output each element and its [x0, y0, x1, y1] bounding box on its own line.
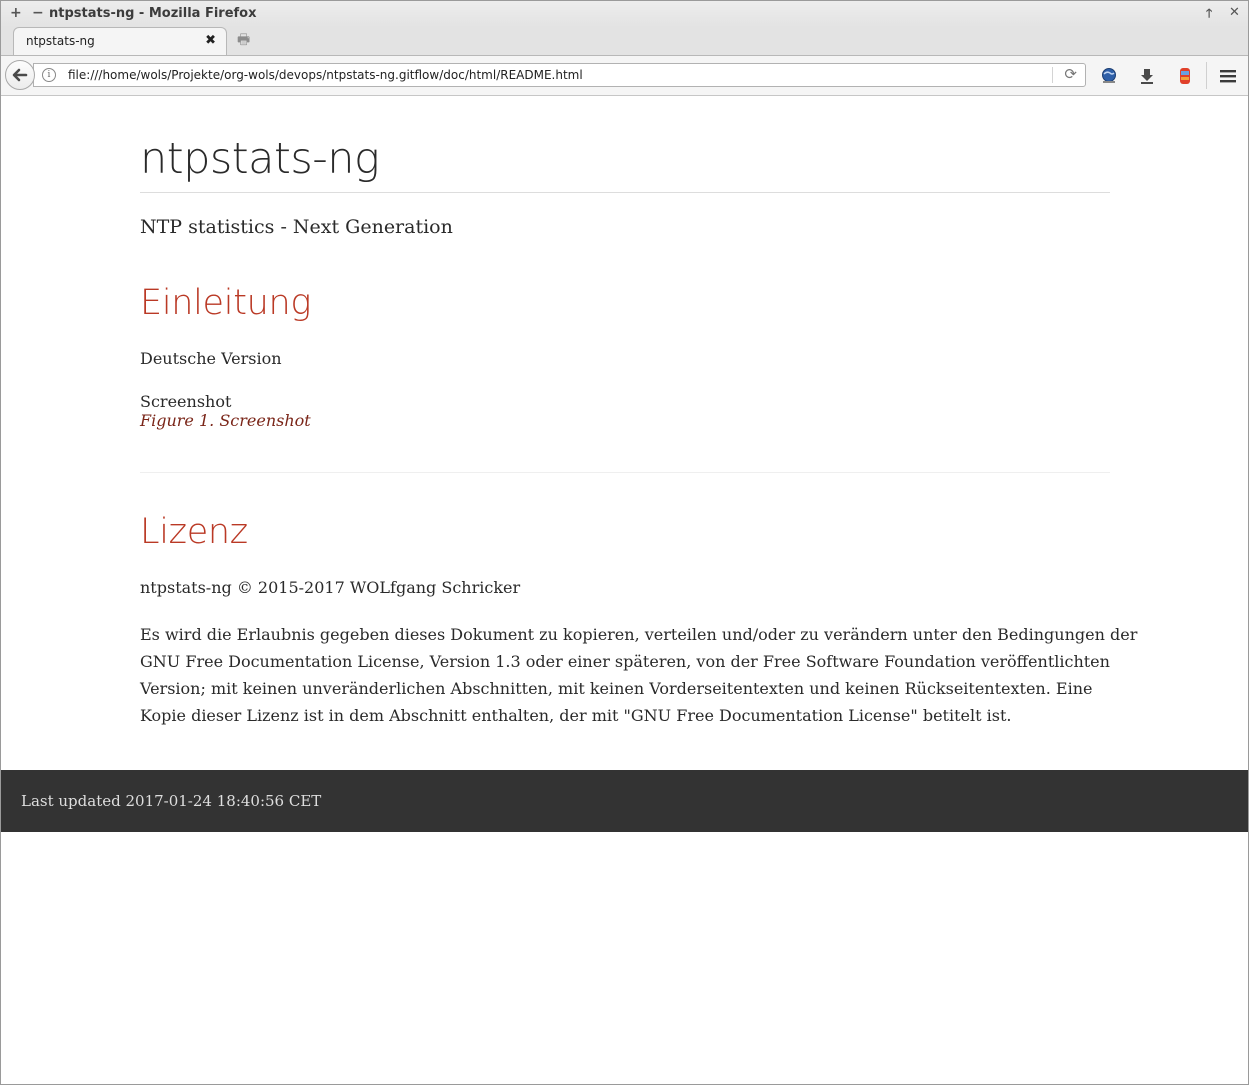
license-paragraph: Es wird die Erlaubnis gegeben dieses Dok… — [140, 621, 1137, 729]
document-subtitle: NTP statistics - Next Generation — [140, 216, 453, 238]
new-tab-icon[interactable]: 🖶 — [237, 33, 251, 47]
addon-icon[interactable] — [1175, 66, 1195, 86]
minimize-icon[interactable]: − — [32, 4, 44, 22]
license-line: Es wird die Erlaubnis gegeben dieses Dok… — [140, 625, 1138, 644]
tab-close-icon[interactable]: ✖ — [205, 33, 216, 48]
url-bar[interactable]: i file:///home/wols/Projekte/org-wols/de… — [33, 63, 1086, 87]
url-separator — [1052, 67, 1053, 83]
back-arrow-icon — [12, 68, 28, 82]
tab-title: ntpstats-ng — [26, 34, 95, 48]
download-icon[interactable] — [1137, 66, 1157, 86]
close-window-icon[interactable]: ✕ — [1229, 4, 1240, 22]
navigation-toolbar: i file:///home/wols/Projekte/org-wols/de… — [1, 56, 1248, 96]
section-heading-lizenz: Lizenz — [140, 512, 248, 552]
title-bar: + − ntpstats-ng - Mozilla Firefox 🡑 ✕ — [1, 1, 1248, 27]
maximize-icon[interactable]: 🡑 — [1206, 4, 1212, 22]
section-divider — [140, 472, 1110, 473]
toolbar-divider — [1206, 62, 1207, 89]
paragraph-deutsche-version: Deutsche Version — [140, 349, 282, 368]
copyright-line: ntpstats-ng © 2015-2017 WOLfgang Schrick… — [140, 578, 521, 597]
reload-icon[interactable]: ⟳ — [1064, 65, 1077, 83]
license-line: Version; mit keinen unveränderlichen Abs… — [140, 679, 1093, 698]
tab-ntpstats-ng[interactable]: ntpstats-ng ✖ — [13, 27, 227, 55]
site-info-icon[interactable]: i — [42, 68, 56, 82]
document-title: ntpstats-ng — [140, 134, 380, 184]
url-text[interactable]: file:///home/wols/Projekte/org-wols/devo… — [68, 68, 583, 82]
license-line: GNU Free Documentation License, Version … — [140, 652, 1110, 671]
last-updated-text: Last updated 2017-01-24 18:40:56 CET — [21, 792, 322, 810]
plus-icon[interactable]: + — [10, 4, 22, 22]
browser-window: + − ntpstats-ng - Mozilla Firefox 🡑 ✕ nt… — [0, 0, 1249, 1085]
tab-bar: ntpstats-ng ✖ 🖶 — [1, 27, 1248, 56]
title-divider — [140, 192, 1110, 193]
figure-caption: Figure 1. Screenshot — [140, 411, 311, 430]
page-footer: Last updated 2017-01-24 18:40:56 CET — [1, 770, 1248, 832]
hamburger-menu-icon[interactable] — [1218, 66, 1238, 86]
bookmark-globe-icon[interactable] — [1099, 66, 1119, 86]
window-title: ntpstats-ng - Mozilla Firefox — [49, 6, 257, 21]
back-button[interactable] — [5, 60, 35, 90]
license-line: Kopie dieser Lizenz ist in dem Abschnitt… — [140, 706, 1012, 725]
section-heading-einleitung: Einleitung — [140, 283, 312, 323]
page-viewport: ntpstats-ng NTP statistics - Next Genera… — [1, 96, 1248, 1084]
